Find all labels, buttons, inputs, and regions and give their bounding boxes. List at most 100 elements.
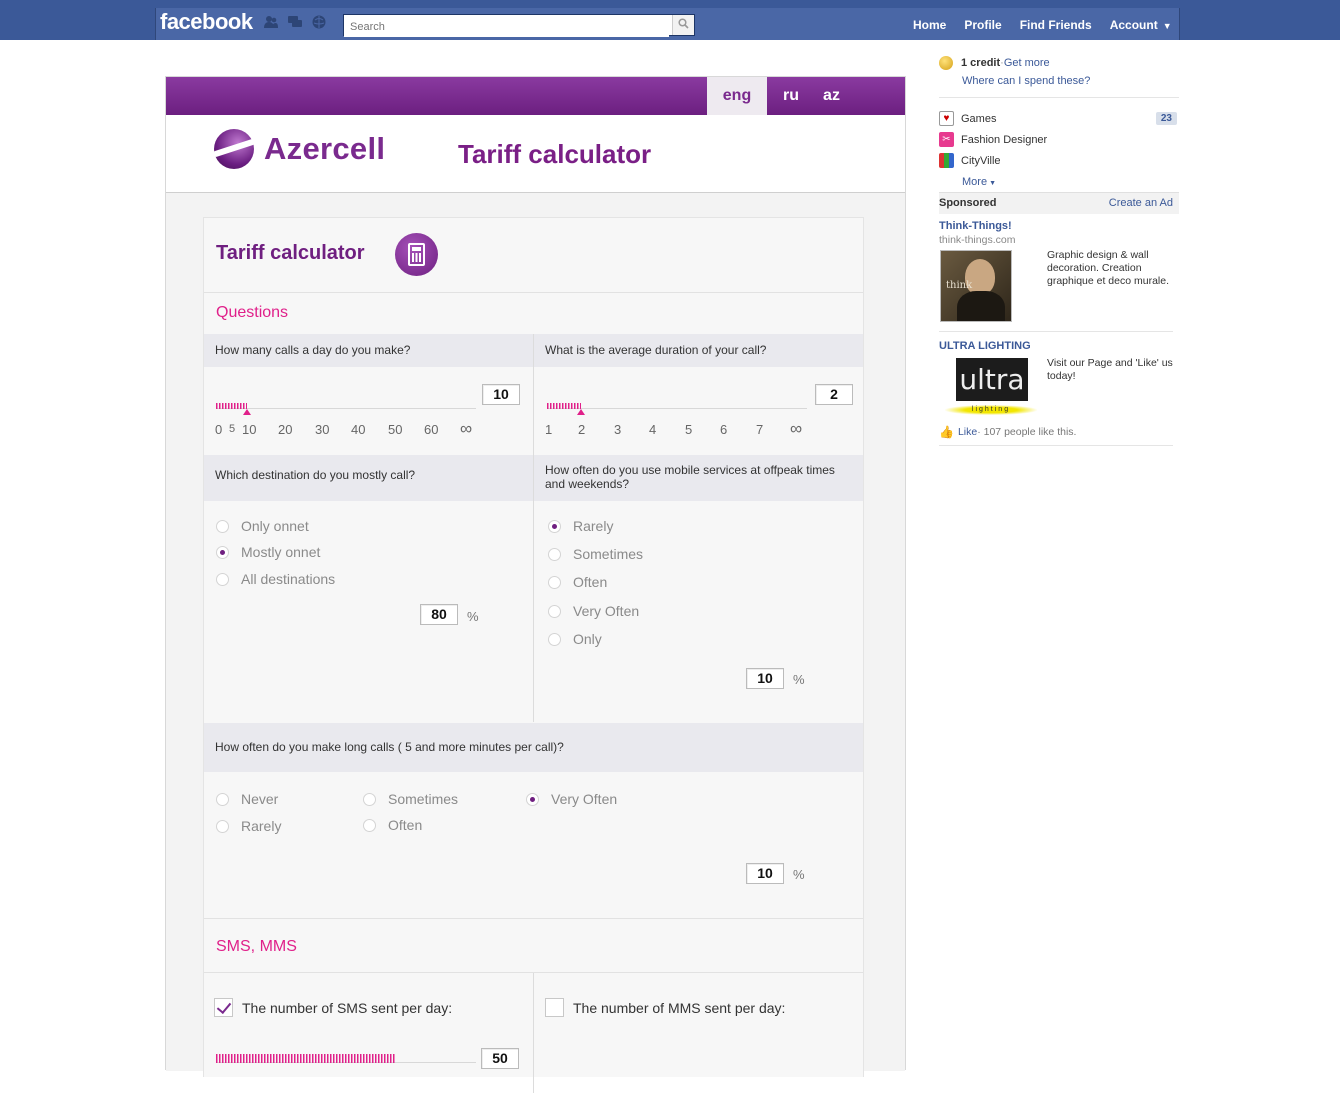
radio-dot <box>363 818 376 832</box>
calls-slider-thumb[interactable] <box>243 409 251 415</box>
facebook-logo[interactable]: facebook <box>160 9 253 35</box>
ad-image-subtext: lighting <box>945 405 1037 415</box>
app-cityville[interactable]: CityVille <box>939 153 1001 168</box>
tick-label: 50 <box>388 422 403 437</box>
option-label: Only <box>573 631 602 647</box>
nav-profile[interactable]: Profile <box>964 18 1001 32</box>
search-box <box>343 14 695 37</box>
radio-rarely[interactable]: Rarely <box>548 518 613 534</box>
top-nav: Home Profile Find Friends Account ▼ <box>913 18 1172 32</box>
search-icon[interactable] <box>672 15 694 35</box>
divider <box>204 918 863 919</box>
search-input[interactable] <box>344 17 669 37</box>
app-games[interactable]: ♥ Games 23 <box>939 111 1179 126</box>
radio-long-sometimes[interactable]: Sometimes <box>363 791 458 807</box>
option-label: Only onnet <box>241 518 309 534</box>
radio-all-destinations[interactable]: All destinations <box>216 571 335 587</box>
app-label: Games <box>961 112 997 125</box>
nav-find-friends[interactable]: Find Friends <box>1020 18 1092 32</box>
sms-mms-title: SMS, MMS <box>216 938 297 955</box>
thumbs-up-icon: 👍 <box>939 425 954 439</box>
radio-dot <box>216 519 229 533</box>
azercell-logo[interactable]: Azercell <box>214 129 385 169</box>
offpeak-percent-input[interactable]: 10 <box>746 668 784 689</box>
ad-image[interactable]: think <box>940 250 1012 322</box>
radio-long-very-often[interactable]: Very Often <box>526 791 617 807</box>
radio-long-rarely[interactable]: Rarely <box>216 818 281 834</box>
option-label: Never <box>241 791 279 807</box>
divider <box>939 331 1173 332</box>
radio-only[interactable]: Only <box>548 631 602 647</box>
create-ad-link[interactable]: Create an Ad <box>1109 197 1173 209</box>
destination-percent-input[interactable]: 80 <box>420 604 458 625</box>
mms-label: The number of MMS sent per day: <box>573 999 786 1016</box>
get-more-link[interactable]: Get more <box>1004 57 1050 69</box>
option-label: Very Often <box>551 791 618 807</box>
radio-long-often[interactable]: Often <box>363 817 422 833</box>
friend-requests-icon[interactable] <box>262 14 280 30</box>
sms-checkbox[interactable]: The number of SMS sent per day: <box>214 998 452 1017</box>
radio-often[interactable]: Often <box>548 574 607 590</box>
radio-mostly-onnet[interactable]: Mostly onnet <box>216 544 320 560</box>
nav-home[interactable]: Home <box>913 18 946 32</box>
calculator-icon <box>395 233 438 276</box>
radio-very-often[interactable]: Very Often <box>548 603 639 619</box>
ad-image-text: think <box>946 280 973 291</box>
divider <box>204 292 863 293</box>
calls-per-day-input[interactable]: 10 <box>482 384 520 405</box>
credits-icon <box>939 56 953 70</box>
lang-az[interactable]: az <box>814 77 849 115</box>
q3-label: Which destination do you mostly call? <box>204 455 533 501</box>
call-duration-input[interactable]: 2 <box>815 384 853 405</box>
ad-title[interactable]: ULTRA LIGHTING <box>939 340 1031 352</box>
percent-unit: % <box>467 609 479 624</box>
ad-title[interactable]: Think-Things! <box>939 220 1012 232</box>
divider <box>939 445 1173 446</box>
sms-slider-fill <box>216 1054 395 1063</box>
tick-label: 4 <box>649 422 657 437</box>
sms-slider[interactable] <box>216 1048 476 1068</box>
radio-never[interactable]: Never <box>216 791 278 807</box>
messages-icon[interactable] <box>286 14 304 30</box>
radio-dot <box>216 792 229 806</box>
lang-eng[interactable]: eng <box>707 77 767 115</box>
fashion-designer-icon: ✂ <box>939 132 954 147</box>
infinity-tick: ∞ <box>790 419 803 438</box>
app-fashion-designer[interactable]: ✂ Fashion Designer <box>939 132 1047 147</box>
credits-amount: 1 credit <box>961 57 1001 69</box>
radio-dot <box>548 547 561 561</box>
ad-image-text: ultra <box>956 358 1028 401</box>
chevron-down-icon: ▼ <box>1162 21 1172 31</box>
tick-label: 3 <box>614 422 622 437</box>
like-link[interactable]: Like <box>958 426 977 438</box>
calculator-panel: Tariff calculator Questions How many cal… <box>203 217 864 1093</box>
mms-checkbox[interactable]: The number of MMS sent per day: <box>545 998 785 1017</box>
tick-label: 10 <box>242 422 257 437</box>
calls-per-day-slider[interactable] <box>216 394 476 415</box>
sms-count-input[interactable]: 50 <box>481 1048 519 1069</box>
option-label: Very Often <box>573 603 640 619</box>
notifications-icon[interactable] <box>310 14 328 30</box>
more-apps-link[interactable]: More ▼ <box>962 176 996 188</box>
long-calls-percent-input[interactable]: 10 <box>746 863 784 884</box>
option-label: Rarely <box>573 518 614 534</box>
app-label: Fashion Designer <box>961 133 1048 146</box>
tick-label: 5 <box>685 422 693 437</box>
lang-ru[interactable]: ru <box>772 77 810 115</box>
language-bar: eng ru az <box>166 77 905 115</box>
call-duration-slider[interactable] <box>547 394 807 415</box>
duration-slider-thumb[interactable] <box>577 409 585 415</box>
spend-credits-link[interactable]: Where can I spend these? <box>962 75 1090 87</box>
radio-dot <box>216 572 229 586</box>
app-label: CityVille <box>961 154 1001 167</box>
ad-like-row: 👍 Like · 107 people like this. <box>939 425 1076 439</box>
nav-account[interactable]: Account ▼ <box>1110 18 1172 32</box>
questions-title: Questions <box>216 304 289 321</box>
games-count-badge: 23 <box>1155 112 1177 125</box>
radio-only-onnet[interactable]: Only onnet <box>216 518 309 534</box>
option-label: Sometimes <box>573 546 644 562</box>
radio-dot-selected <box>526 792 539 806</box>
radio-sometimes[interactable]: Sometimes <box>548 546 643 562</box>
checkbox-unchecked <box>545 998 564 1017</box>
ad-image[interactable]: ultra lighting <box>941 357 1037 415</box>
